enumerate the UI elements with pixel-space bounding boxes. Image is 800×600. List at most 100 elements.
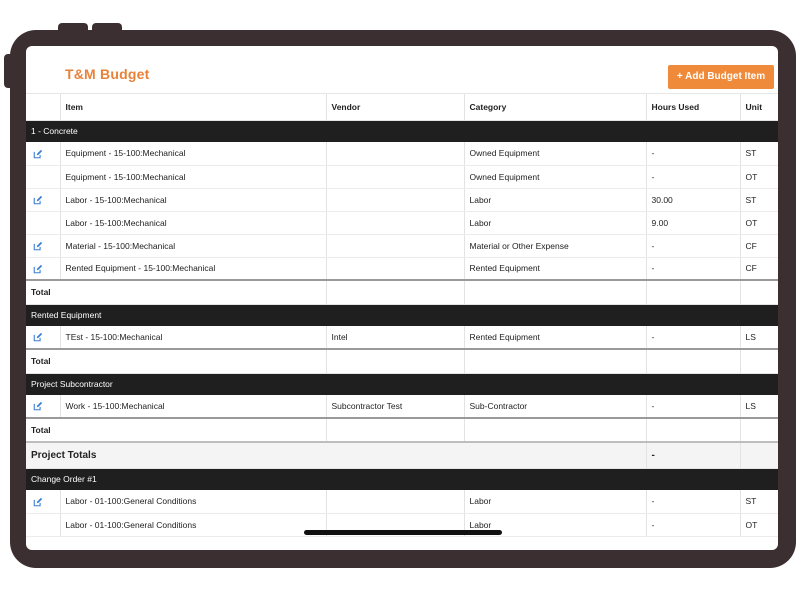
cell-category: [464, 348, 647, 374]
edit-cell: [26, 211, 61, 235]
edit-cell: [26, 188, 61, 212]
table-row[interactable]: Rented Equipment - 15-100:Mechanical Rent…: [26, 257, 778, 281]
cell-hours-used: -: [646, 395, 741, 419]
cell-item: TEst - 15-100:Mechanical: [60, 326, 327, 350]
page-header: T&M Budget + Add Budget Item: [26, 46, 778, 94]
project-totals-label: Project Totals: [26, 441, 647, 469]
page-title: T&M Budget: [65, 66, 150, 82]
edit-cell: [26, 395, 61, 419]
edit-cell: [26, 234, 61, 258]
table-row[interactable]: Labor - 01-100:General Conditions Labor - S…: [26, 490, 778, 514]
table-row[interactable]: Work - 15-100:Mechanical Subcontractor Te…: [26, 395, 778, 419]
edit-cell: [26, 257, 61, 281]
section-name: 1 - Concrete: [26, 120, 778, 142]
cell-unit: OT: [740, 513, 778, 537]
section-name: Project Subcontractor: [26, 373, 778, 395]
edit-icon[interactable]: [33, 149, 43, 159]
edit-icon[interactable]: [33, 241, 43, 251]
section-header-row: 1 - Concrete: [26, 120, 778, 142]
table-body: 1 - Concrete Equipment - 15-100:Mechanica…: [26, 120, 778, 537]
edit-cell: [26, 142, 61, 166]
edit-cell: [26, 326, 61, 350]
cell-hours-used: -: [646, 326, 741, 350]
total-row: Total: [26, 417, 778, 443]
cell-unit: [740, 417, 778, 443]
device-top-button: [58, 23, 88, 35]
table-row[interactable]: Labor - 15-100:Mechanical Labor 9.00 OT: [26, 211, 778, 235]
section-header-row: Rented Equipment: [26, 304, 778, 326]
total-label: Total: [26, 279, 327, 305]
cell-unit: LS: [740, 395, 778, 419]
cell-unit: OT: [740, 165, 778, 189]
project-totals-row: Project Totals -: [26, 441, 778, 469]
cell-vendor: [326, 188, 465, 212]
cell-hours-used: -: [646, 490, 741, 514]
col-header-vendor[interactable]: Vendor: [326, 94, 465, 121]
edit-cell: [26, 165, 61, 189]
cell-category: [464, 279, 647, 305]
cell-unit: [740, 348, 778, 374]
col-header-edit: [26, 94, 61, 121]
col-header-category[interactable]: Category: [464, 94, 647, 121]
cell-hours-used: [646, 348, 741, 374]
edit-icon[interactable]: [33, 332, 43, 342]
table-row[interactable]: Equipment - 15-100:Mechanical Owned Equip…: [26, 165, 778, 189]
col-header-unit[interactable]: Unit: [740, 94, 778, 121]
table-row[interactable]: Equipment - 15-100:Mechanical Owned Equip…: [26, 142, 778, 166]
cell-category: Labor: [464, 490, 647, 514]
cell-hours-used: -: [646, 513, 741, 537]
section-header-row: Change Order #1: [26, 468, 778, 490]
cell-vendor: Subcontractor Test: [326, 395, 465, 419]
device-top-button: [92, 23, 122, 35]
edit-icon[interactable]: [33, 497, 43, 507]
cell-item: Material - 15-100:Mechanical: [60, 234, 327, 258]
cell-hours-used: [646, 279, 741, 305]
section-name: Rented Equipment: [26, 304, 778, 326]
cell-unit: CF: [740, 234, 778, 258]
home-indicator: [304, 530, 502, 535]
table-row[interactable]: TEst - 15-100:Mechanical Intel Rented Equi…: [26, 326, 778, 350]
col-header-item[interactable]: Item: [60, 94, 327, 121]
edit-icon[interactable]: [33, 401, 43, 411]
cell-category: Rented Equipment: [464, 257, 647, 281]
total-label: Total: [26, 417, 327, 443]
cell-category: Material or Other Expense: [464, 234, 647, 258]
col-header-hours-used[interactable]: Hours Used: [646, 94, 741, 121]
cell-item: Equipment - 15-100:Mechanical: [60, 165, 327, 189]
cell-item: Work - 15-100:Mechanical: [60, 395, 327, 419]
cell-vendor: [326, 279, 465, 305]
edit-icon[interactable]: [33, 195, 43, 205]
table-header-row: Item Vendor Category Hours Used Unit: [26, 94, 778, 121]
cell-vendor: [326, 211, 465, 235]
table-row[interactable]: Labor - 15-100:Mechanical Labor 30.00 ST: [26, 188, 778, 212]
cell-item: Labor - 15-100:Mechanical: [60, 211, 327, 235]
cell-item: Labor - 01-100:General Conditions: [60, 513, 327, 537]
device-side-button: [4, 54, 14, 88]
cell-vendor: [326, 417, 465, 443]
cell-hours-used: -: [646, 142, 741, 166]
add-budget-item-button[interactable]: + Add Budget Item: [668, 65, 774, 89]
screen: T&M Budget + Add Budget Item Item Vendor…: [26, 46, 778, 550]
edit-cell: [26, 513, 61, 537]
cell-hours-used: 30.00: [646, 188, 741, 212]
cell-unit: [740, 279, 778, 305]
cell-vendor: [326, 257, 465, 281]
cell-vendor: Intel: [326, 326, 465, 350]
project-totals-hours: -: [646, 441, 741, 469]
table-row[interactable]: Material - 15-100:Mechanical Material or …: [26, 234, 778, 258]
total-label: Total: [26, 348, 327, 374]
section-header-row: Project Subcontractor: [26, 373, 778, 395]
cell-unit: [740, 441, 778, 469]
cell-item: Rented Equipment - 15-100:Mechanical: [60, 257, 327, 281]
cell-category: [464, 417, 647, 443]
edit-icon[interactable]: [33, 264, 43, 274]
cell-category: Owned Equipment: [464, 165, 647, 189]
section-name: Change Order #1: [26, 468, 778, 490]
cell-hours-used: -: [646, 165, 741, 189]
cell-vendor: [326, 348, 465, 374]
cell-hours-used: -: [646, 234, 741, 258]
cell-category: Owned Equipment: [464, 142, 647, 166]
total-row: Total: [26, 348, 778, 374]
cell-unit: CF: [740, 257, 778, 281]
budget-table: Item Vendor Category Hours Used Unit 1 -…: [26, 94, 778, 537]
